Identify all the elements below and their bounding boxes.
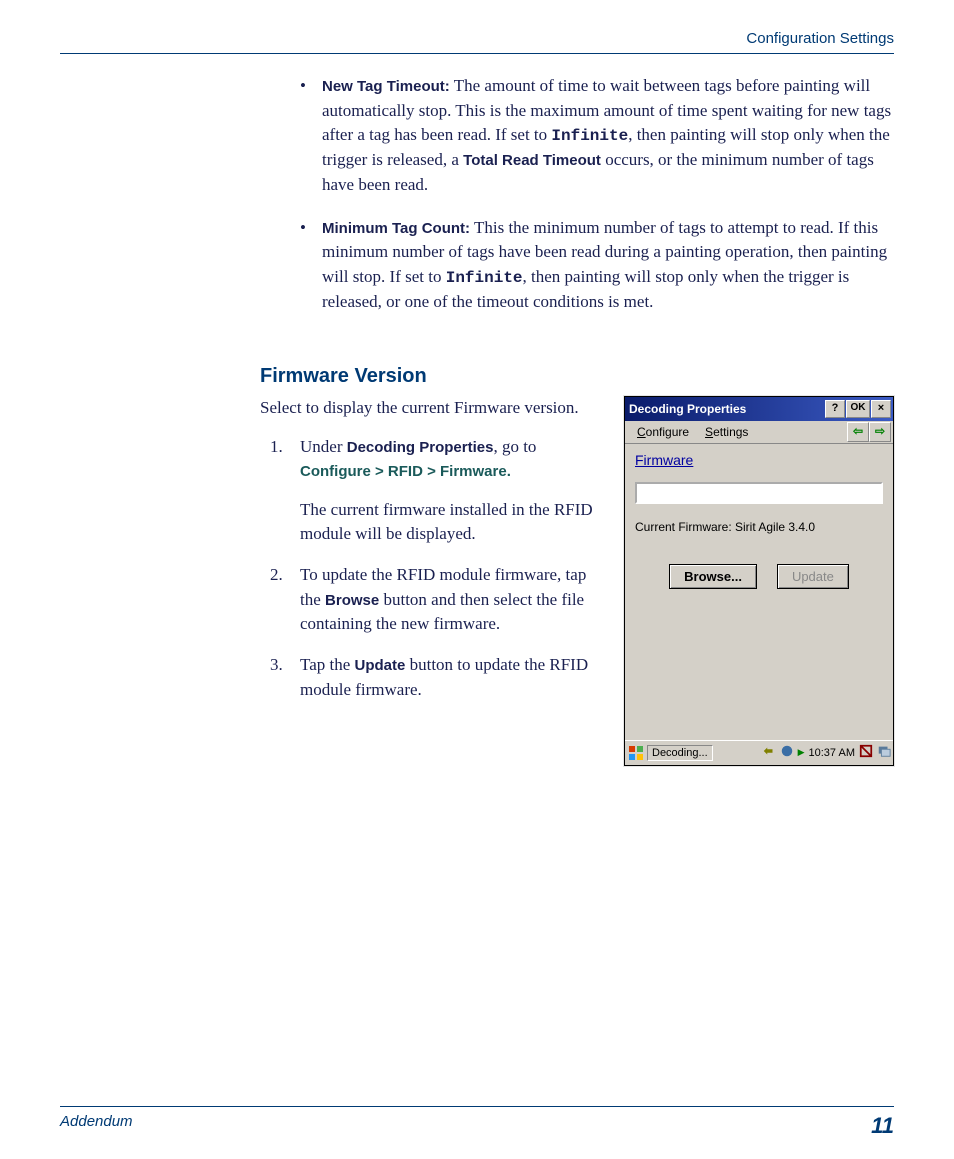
titlebar: Decoding Properties ? OK × bbox=[625, 397, 893, 421]
page-footer: Addendum 11 bbox=[60, 1106, 894, 1139]
bullet-minimum-tag-count: Minimum Tag Count: This the minimum numb… bbox=[300, 216, 894, 315]
current-firmware-label: Current Firmware: Sirit Agile 3.4.0 bbox=[635, 520, 883, 534]
tray-icon[interactable] bbox=[859, 744, 873, 761]
taskbar-app-button[interactable]: Decoding... bbox=[647, 745, 713, 761]
text: Under bbox=[300, 437, 347, 456]
file-path-field[interactable] bbox=[635, 482, 883, 504]
steps-list: Under Decoding Properties, go to Configu… bbox=[260, 435, 606, 703]
label-new-tag-timeout: New Tag Timeout: bbox=[322, 78, 450, 95]
bullet-new-tag-timeout: New Tag Timeout: The amount of time to w… bbox=[300, 74, 894, 198]
help-button[interactable]: ? bbox=[825, 400, 845, 418]
update-button: Update bbox=[777, 564, 849, 589]
code-infinite: Infinite bbox=[446, 269, 523, 287]
code-infinite: Infinite bbox=[551, 127, 628, 145]
browse-button[interactable]: Browse... bbox=[669, 564, 757, 589]
menubar: Configure Settings ⇦ ⇨ bbox=[625, 421, 893, 444]
dialog-title: Decoding Properties bbox=[629, 402, 824, 416]
nav-back-button[interactable]: ⇦ bbox=[847, 422, 869, 442]
step-1-sub: The current firmware installed in the RF… bbox=[300, 498, 606, 547]
bullet-list: New Tag Timeout: The amount of time to w… bbox=[300, 74, 894, 315]
ok-button[interactable]: OK bbox=[846, 400, 870, 418]
label-decoding-properties: Decoding Properties bbox=[347, 439, 494, 456]
label-total-read-timeout: Total Read Timeout bbox=[463, 152, 601, 169]
label-minimum-tag-count: Minimum Tag Count: bbox=[322, 220, 470, 237]
firmware-link[interactable]: Firmware bbox=[635, 450, 693, 472]
step-3: Tap the Update button to update the RFID… bbox=[260, 653, 606, 702]
taskbar: Decoding... ▶ 10:37 AM bbox=[625, 740, 893, 765]
close-button[interactable]: × bbox=[871, 400, 891, 418]
page-number: 11 bbox=[871, 1113, 894, 1139]
label-browse: Browse bbox=[325, 592, 379, 609]
text: , go to bbox=[493, 437, 536, 456]
menu-settings[interactable]: Settings bbox=[697, 423, 756, 441]
firmware-text-column: Select to display the current Firmware v… bbox=[260, 396, 606, 718]
page-header: Configuration Settings bbox=[60, 30, 894, 54]
tray-icon[interactable] bbox=[762, 744, 776, 761]
menu-path: Configure > RFID > Firmware. bbox=[300, 463, 511, 480]
header-title: Configuration Settings bbox=[746, 30, 894, 47]
tray-clock[interactable]: 10:37 AM bbox=[809, 747, 855, 759]
decoding-properties-dialog: Decoding Properties ? OK × Configure Set… bbox=[624, 396, 894, 766]
dialog-panel: Firmware Current Firmware: Sirit Agile 3… bbox=[625, 444, 893, 740]
text: Tap the bbox=[300, 655, 355, 674]
tray-icon[interactable] bbox=[780, 744, 794, 761]
start-button[interactable] bbox=[627, 744, 645, 762]
nav-forward-button[interactable]: ⇨ bbox=[869, 422, 891, 442]
tray-arrow-icon: ▶ bbox=[798, 747, 805, 758]
tray-icon[interactable] bbox=[877, 744, 891, 761]
step-2: To update the RFID module firmware, tap … bbox=[260, 563, 606, 637]
heading-firmware-version: Firmware Version bbox=[260, 365, 894, 388]
system-tray: ▶ 10:37 AM bbox=[762, 744, 891, 761]
step-1: Under Decoding Properties, go to Configu… bbox=[260, 435, 606, 548]
label-update: Update bbox=[355, 657, 406, 674]
menu-configure[interactable]: Configure bbox=[629, 423, 697, 441]
footer-label: Addendum bbox=[60, 1113, 133, 1139]
intro-text: Select to display the current Firmware v… bbox=[260, 396, 606, 421]
